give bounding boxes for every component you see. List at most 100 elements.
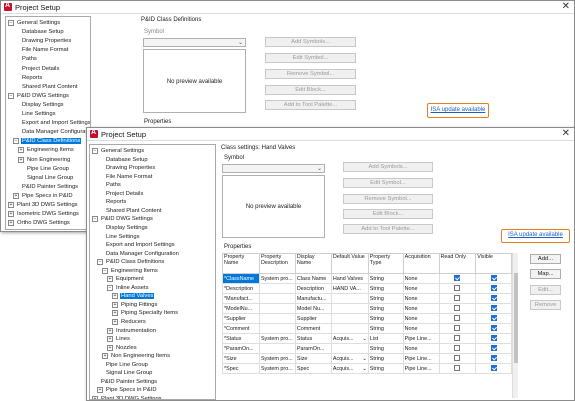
back-edit-block-button[interactable]: Edit Block... [265, 85, 356, 95]
visible-checkbox[interactable] [490, 325, 497, 332]
cell-display-name[interactable]: Size [294, 353, 332, 364]
tree-item-pipe-line-group[interactable]: Pipe Line Group [23, 165, 70, 173]
expand-icon[interactable]: + [107, 344, 113, 351]
expand-icon[interactable]: + [112, 310, 118, 317]
col-visible[interactable]: Visible [475, 253, 512, 274]
visible-checkbox[interactable] [490, 365, 497, 372]
cell-property-description[interactable]: System pro... [258, 333, 296, 344]
expand-icon[interactable]: + [112, 293, 118, 300]
tree-item-drawing-properties[interactable]: Drawing Properties [18, 37, 72, 45]
tree-item-data-manager-configuration[interactable]: Data Manager Configuration [18, 128, 90, 136]
tree-item-engineering-items[interactable]: − Engineering Items [102, 267, 159, 275]
cell-property-type[interactable]: String [367, 343, 404, 354]
tree-item-lines[interactable]: + Lines [107, 335, 131, 343]
visible-checkbox[interactable] [490, 285, 497, 292]
back-symbol-combo[interactable]: ⌄ [143, 38, 246, 47]
tree-item-signal-line-group[interactable]: Signal Line Group [102, 369, 153, 377]
expand-icon[interactable]: + [102, 353, 108, 360]
cell-default-value[interactable]: Acquis... ⌄ [330, 363, 369, 374]
remove-property-button[interactable]: Remove [530, 300, 561, 310]
cell-property-name[interactable]: *Manufact... [222, 293, 260, 304]
expand-icon[interactable]: + [112, 301, 118, 308]
table-row[interactable]: *Comment Comment String None [222, 323, 512, 334]
expand-icon[interactable]: + [8, 220, 14, 227]
cell-acquisition[interactable]: Pipe Line... [402, 353, 440, 364]
tree-item-pandid-dwg-settings[interactable]: − P&ID DWG Settings [92, 215, 154, 223]
cell-display-name[interactable]: Status [294, 333, 332, 344]
expand-icon[interactable]: + [8, 202, 14, 208]
expand-icon[interactable]: + [97, 387, 103, 394]
cell-display-name[interactable]: Comment [294, 323, 332, 334]
cell-default-value[interactable]: HAND VA... [330, 283, 369, 294]
table-row[interactable]: *ClassName System pro... Class Name Hand Va… [222, 273, 512, 284]
front-isa-update-link[interactable]: ISA update available [501, 229, 570, 243]
edit-property-button[interactable]: Edit... [530, 285, 561, 295]
tree-item-pandid-dwg-settings[interactable]: − P&ID DWG Settings [8, 92, 70, 100]
cell-property-name[interactable]: *Status [222, 333, 260, 344]
tree-item-project-details[interactable]: Project Details [18, 65, 60, 73]
col-property-type[interactable]: Property Type [367, 253, 404, 274]
cell-default-value[interactable] [330, 313, 369, 324]
tree-item-nozzles[interactable]: + Nozzles [107, 344, 138, 352]
visible-checkbox[interactable] [490, 275, 497, 282]
tree-item-isometric-dwg-settings[interactable]: + Isometric DWG Settings [8, 210, 80, 218]
col-property-description[interactable]: Property Description [258, 253, 296, 274]
cell-property-name[interactable]: *Size [222, 353, 260, 364]
map-property-button[interactable]: Map... [530, 269, 561, 279]
tree-item-shared-plant-content[interactable]: Shared Plant Content [18, 83, 78, 91]
tree-item-signal-line-group[interactable]: Signal Line Group [23, 174, 74, 182]
read-only-checkbox[interactable] [454, 365, 461, 372]
back-settings-tree[interactable]: − General Settings Database Setup Drawing P… [5, 16, 91, 230]
cell-acquisition[interactable]: Pipe Line... [402, 333, 440, 344]
back-add-symbols-button[interactable]: Add Symbols... [265, 37, 356, 47]
collapse-icon[interactable]: − [8, 92, 14, 99]
tree-item-line-settings[interactable]: Line Settings [18, 110, 57, 118]
front-add-symbols-button[interactable]: Add Symbols... [343, 162, 433, 172]
tree-item-display-settings[interactable]: Display Settings [102, 224, 149, 232]
visible-checkbox[interactable] [490, 295, 497, 302]
visible-checkbox[interactable] [490, 315, 497, 322]
visible-checkbox[interactable] [490, 345, 497, 352]
tree-item-file-name-format[interactable]: File Name Format [18, 46, 69, 54]
cell-property-description[interactable] [258, 293, 296, 304]
tree-item-drawing-properties[interactable]: Drawing Properties [102, 164, 156, 172]
visible-checkbox[interactable] [490, 335, 497, 342]
cell-property-description[interactable] [258, 303, 296, 314]
read-only-checkbox[interactable] [454, 295, 461, 302]
tree-item-reports[interactable]: Reports [102, 198, 127, 206]
front-close-icon[interactable]: ✕ [562, 128, 570, 139]
cell-acquisition[interactable]: None [402, 283, 440, 294]
expand-icon[interactable]: + [18, 156, 24, 163]
tree-item-general-settings[interactable]: − General Settings [92, 147, 145, 155]
front-remove-symbol-button[interactable]: Remove Symbol... [343, 194, 433, 204]
table-row[interactable]: *Description Description HAND VA... String N… [222, 283, 512, 294]
cell-default-value[interactable]: Acquis... ⌄ [330, 353, 369, 364]
back-add-to-tool-palette-button[interactable]: Add to Tool Palette... [265, 100, 356, 110]
tree-item-plant-3d-dwg-settings[interactable]: + Plant 3D DWG Settings [8, 201, 79, 209]
tree-item-shared-plant-content[interactable]: Shared Plant Content [102, 207, 162, 215]
tree-item-pipe-specs-in-pandid[interactable]: + Pipe Specs in P&ID [13, 192, 74, 200]
read-only-checkbox[interactable] [454, 275, 461, 282]
cell-property-type[interactable]: String [367, 313, 404, 324]
expand-icon[interactable]: + [107, 336, 113, 343]
cell-display-name[interactable]: Spec [294, 363, 332, 374]
read-only-checkbox[interactable] [454, 285, 461, 292]
cell-property-description[interactable]: System pro... [258, 353, 296, 364]
tree-item-project-details[interactable]: Project Details [102, 190, 144, 198]
cell-property-description[interactable]: System pro... [258, 273, 296, 284]
tree-item-non-engineering-items[interactable]: + Non Engineering Items [102, 352, 171, 360]
tree-item-export-and-import-settings[interactable]: Export and Import Settings [102, 241, 176, 249]
cell-acquisition[interactable]: None [402, 313, 440, 324]
tree-item-reports[interactable]: Reports [18, 74, 43, 82]
tree-item-instrumentation[interactable]: + Instrumentation [107, 327, 157, 335]
collapse-icon[interactable]: − [97, 259, 103, 266]
add-property-button[interactable]: Add... [530, 254, 561, 264]
tree-item-paths[interactable]: Paths [18, 55, 38, 63]
chevron-down-icon[interactable]: ⌄ [362, 356, 367, 362]
cell-property-type[interactable]: String [367, 303, 404, 314]
collapse-icon[interactable]: − [107, 284, 113, 291]
tree-item-export-and-import-settings[interactable]: Export and Import Settings [18, 119, 90, 127]
cell-default-value[interactable] [330, 293, 369, 304]
tree-item-pipe-specs-in-pandid[interactable]: + Pipe Specs in P&ID [97, 386, 158, 394]
cell-property-type[interactable]: String [367, 353, 404, 364]
